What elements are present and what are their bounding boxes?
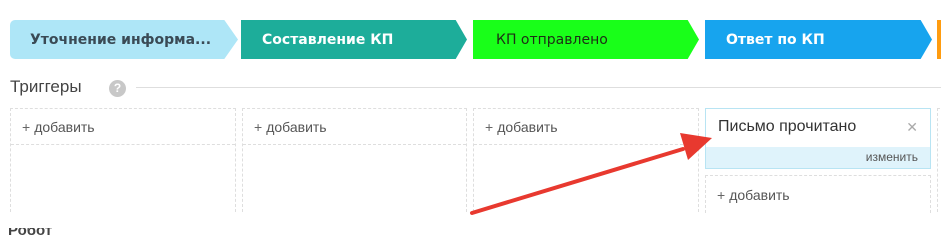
annotation-arrow-icon	[470, 133, 712, 215]
next-section-title-partial: Робот	[8, 228, 128, 236]
next-section-title: Робот	[8, 228, 128, 236]
